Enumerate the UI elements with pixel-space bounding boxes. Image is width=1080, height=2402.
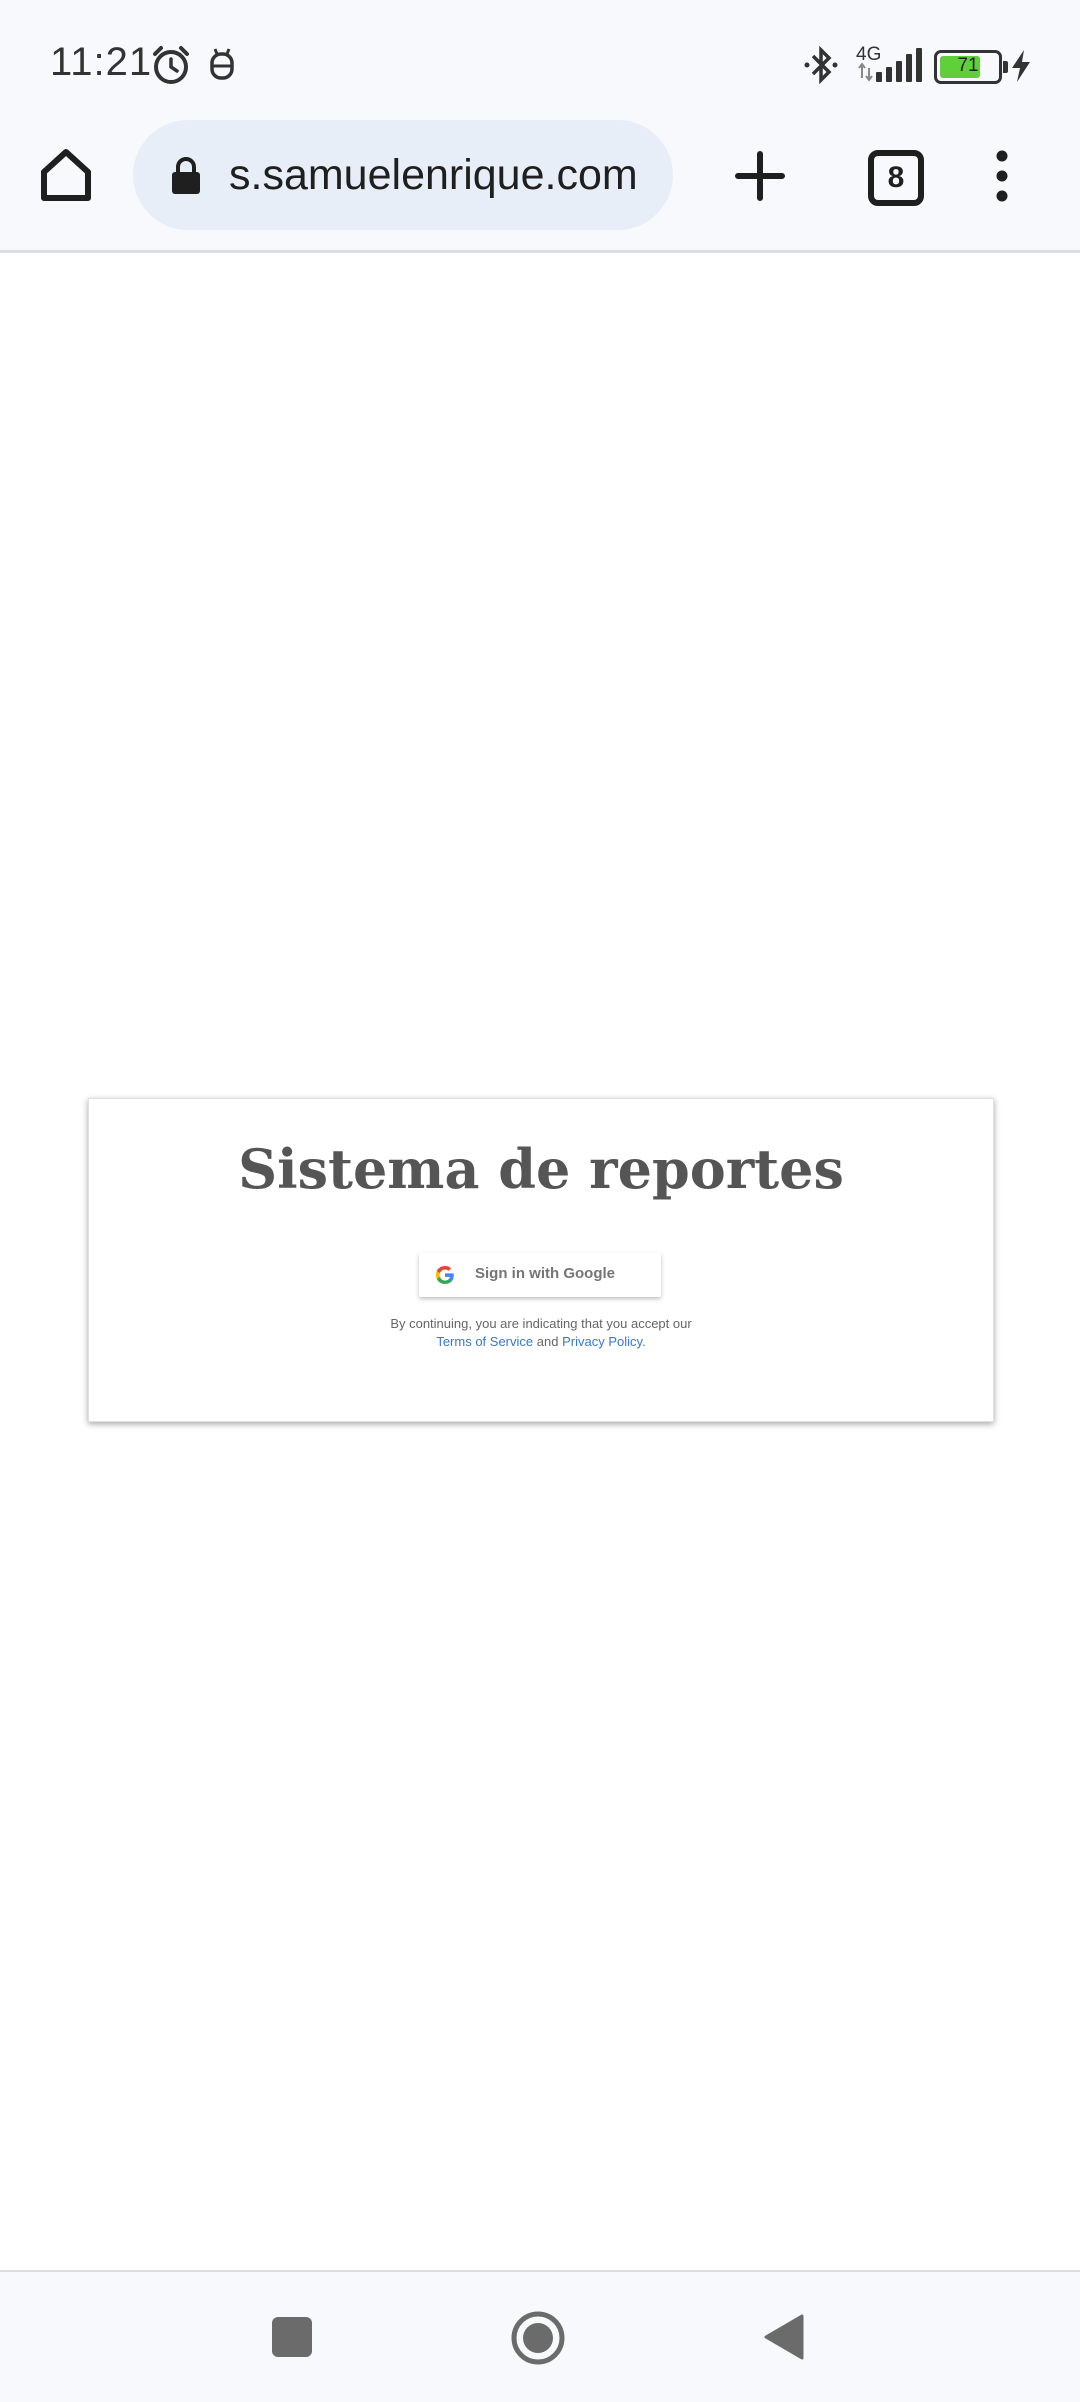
charging-icon: [1012, 50, 1030, 82]
privacy-link[interactable]: Privacy Policy: [562, 1334, 642, 1349]
login-card: Sistema de reportes Sign in with Google …: [88, 1098, 994, 1422]
browser-toolbar: s.samuelenrique.com 8: [0, 120, 1080, 253]
legal-text: By continuing, you are indicating that y…: [89, 1315, 993, 1351]
alarm-icon: [153, 46, 189, 84]
legal-suffix: .: [642, 1334, 646, 1349]
home-circle-icon[interactable]: [510, 2310, 566, 2366]
system-nav-bar: [0, 2270, 1080, 2402]
page-title: Sistema de reportes: [238, 1137, 844, 1201]
status-time: 11:21: [50, 40, 153, 84]
tabs-icon[interactable]: 8: [868, 150, 924, 206]
google-signin-button[interactable]: Sign in with Google: [419, 1253, 661, 1297]
bug-icon: [210, 48, 234, 80]
home-icon[interactable]: [36, 144, 96, 204]
recents-icon[interactable]: [272, 2317, 312, 2357]
address-bar[interactable]: s.samuelenrique.com: [133, 120, 673, 230]
legal-prefix: By continuing, you are indicating that y…: [390, 1316, 692, 1331]
signal-icon: [858, 48, 922, 82]
status-bar: 11:21 4G 71: [0, 0, 1080, 120]
legal-and: and: [536, 1334, 559, 1349]
google-logo-icon: [435, 1266, 454, 1284]
bluetooth-icon: [804, 45, 838, 85]
battery-icon: 71: [934, 50, 1008, 84]
lock-icon[interactable]: [169, 156, 203, 196]
plus-icon[interactable]: [732, 148, 788, 204]
menu-icon[interactable]: [990, 146, 1014, 206]
google-signin-label[interactable]: Sign in with Google: [475, 1265, 615, 1282]
url-text[interactable]: s.samuelenrique.com: [229, 151, 638, 200]
battery-percent: 71: [957, 55, 979, 76]
back-icon[interactable]: [762, 2312, 806, 2362]
terms-link[interactable]: Terms of Service: [436, 1334, 533, 1349]
